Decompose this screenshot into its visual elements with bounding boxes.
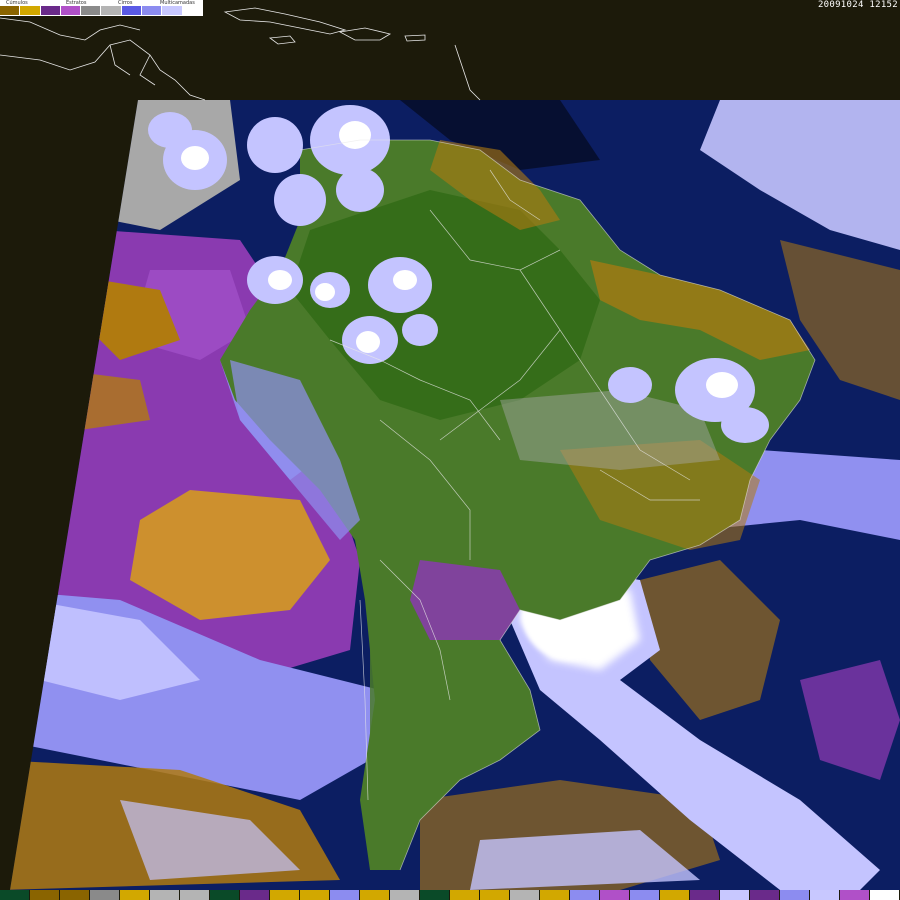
lesser-antilles	[454, 44, 481, 101]
island-hispaniola	[338, 27, 392, 41]
strip-swatch	[690, 890, 720, 900]
strip-swatch	[630, 890, 660, 900]
legend-swatch	[182, 6, 203, 15]
satellite-swath	[10, 100, 900, 890]
island-puerto-rico	[404, 34, 426, 42]
legend-color-bar	[0, 6, 203, 15]
convective-core	[356, 331, 380, 353]
strip-swatch	[450, 890, 480, 900]
convective-cell	[608, 367, 652, 403]
strip-swatch	[840, 890, 870, 900]
strip-swatch	[30, 890, 60, 900]
convective-core	[339, 121, 371, 149]
convective-cell	[336, 168, 384, 212]
strip-swatch	[60, 890, 90, 900]
convective-cell	[402, 314, 438, 346]
convective-core	[268, 270, 292, 290]
strip-swatch	[570, 890, 600, 900]
strip-swatch	[150, 890, 180, 900]
cloud-type-legend: Cúmulos Estratos Cirros Multicamadas	[0, 0, 203, 16]
convective-cell	[148, 112, 192, 148]
legend-swatch	[121, 6, 143, 15]
strip-swatch	[390, 890, 420, 900]
legend-swatch	[60, 6, 82, 15]
image-timestamp: 20091024 12152	[817, 0, 898, 10]
caribbean-outlines	[0, 7, 481, 101]
strip-swatch	[210, 890, 240, 900]
strip-swatch	[120, 890, 150, 900]
strip-swatch	[870, 890, 900, 900]
legend-swatch	[162, 6, 183, 15]
strip-swatch	[780, 890, 810, 900]
coastline-central-america	[0, 17, 141, 41]
strip-swatch	[660, 890, 690, 900]
convective-cell	[247, 117, 303, 173]
strip-swatch	[720, 890, 750, 900]
convective-core	[315, 283, 335, 301]
strip-swatch	[420, 890, 450, 900]
strip-swatch	[750, 890, 780, 900]
legend-swatch	[20, 6, 41, 15]
strip-swatch	[0, 890, 30, 900]
strip-swatch	[270, 890, 300, 900]
legend-swatch	[0, 6, 21, 15]
convective-core	[181, 146, 209, 170]
strip-swatch	[90, 890, 120, 900]
strip-swatch	[480, 890, 510, 900]
strip-swatch	[300, 890, 330, 900]
convective-cell	[274, 174, 326, 226]
border-line	[109, 44, 131, 76]
island-jamaica	[268, 35, 296, 45]
strip-swatch	[540, 890, 570, 900]
island-cuba	[223, 7, 347, 35]
convective-core	[393, 270, 417, 290]
convective-core	[706, 372, 738, 398]
strip-swatch	[330, 890, 360, 900]
strip-swatch	[810, 890, 840, 900]
strip-swatch	[510, 890, 540, 900]
legend-swatch	[81, 6, 102, 15]
legend-swatch	[101, 6, 122, 15]
coastline-central-america	[0, 39, 206, 101]
satellite-map	[0, 7, 900, 890]
strip-swatch	[600, 890, 630, 900]
strip-swatch	[180, 890, 210, 900]
convective-cell	[721, 407, 769, 443]
bottom-color-strip	[0, 890, 900, 900]
strip-swatch	[240, 890, 270, 900]
legend-swatch	[142, 6, 163, 15]
strip-swatch	[360, 890, 390, 900]
legend-swatch	[40, 6, 61, 15]
